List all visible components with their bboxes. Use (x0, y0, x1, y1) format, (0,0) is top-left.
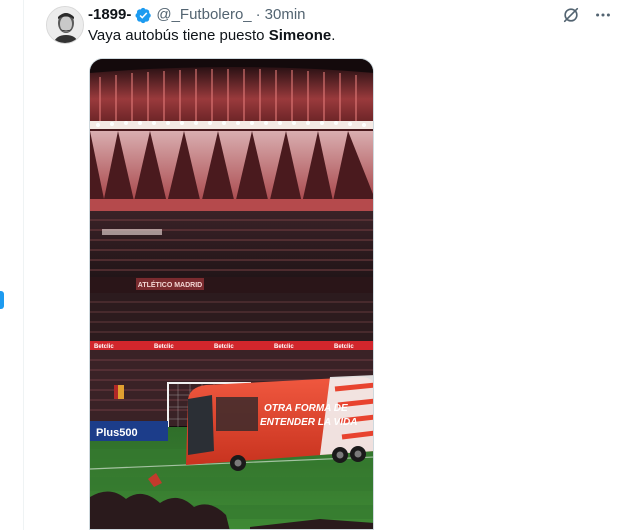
active-indicator (0, 291, 4, 309)
tweet-actions (560, 4, 614, 26)
more-icon[interactable] (592, 4, 614, 26)
ad-text-1: Betclic (94, 344, 114, 350)
bus-text-line-2: ENTENDER LA VIDA (260, 417, 357, 428)
tweet-text-main: Vaya autobús tiene puesto (88, 27, 269, 44)
display-name[interactable]: -1899- (88, 5, 131, 25)
avatar[interactable] (46, 6, 84, 44)
ad-text-4: Betclic (274, 344, 294, 350)
tweet-text-bold[interactable]: Simeone (269, 27, 332, 44)
ad-text-2: Betclic (154, 344, 174, 350)
ad-text-3: Betclic (214, 344, 234, 350)
ad-text-5: Betclic (334, 344, 354, 350)
tweet-video[interactable]: ATLÉTICO MADRID Betclic Betclic Betclic … (89, 58, 374, 530)
tweet-text: Vaya autobús tiene puesto Simeone. (88, 26, 335, 46)
grok-icon[interactable] (560, 4, 582, 26)
tweet-text-end: . (331, 27, 336, 44)
verified-badge-icon (135, 7, 152, 24)
stadium-banner: ATLÉTICO MADRID (138, 280, 202, 289)
bus-text-line-1: OTRA FORMA DE (264, 403, 348, 414)
left-rail (0, 0, 24, 530)
handle[interactable]: @_Futbolero_ (156, 5, 251, 25)
tweet-header: -1899- @_Futbolero_ · 30min (88, 5, 306, 25)
timestamp[interactable]: 30min (265, 5, 306, 25)
ad-board-text: Plus500 (96, 427, 138, 439)
tweet[interactable]: -1899- @_Futbolero_ · 30min Vaya autobús (36, 0, 640, 530)
separator-dot: · (255, 6, 261, 23)
